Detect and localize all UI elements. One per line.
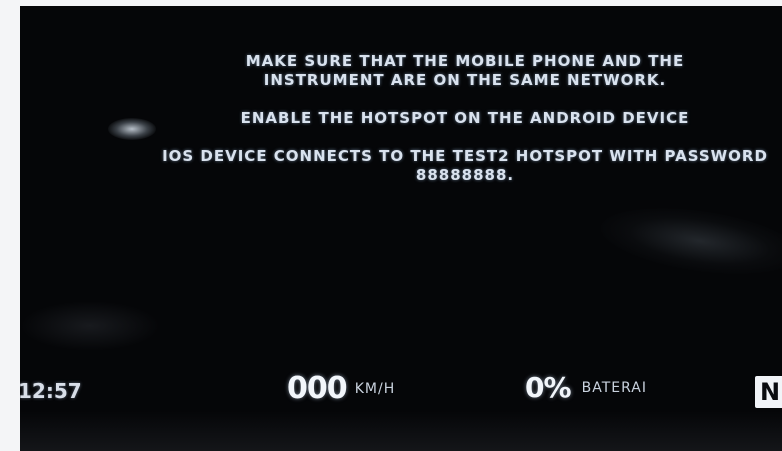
speed-value: 000 — [287, 371, 348, 406]
battery-indicator: 0% BATERAI — [525, 371, 647, 411]
device-frame: MAKE SURE THAT THE MOBILE PHONE AND THE … — [0, 0, 782, 451]
status-bar: 12:57 000 KM/H 0% BATERAI N — [20, 371, 782, 411]
instruction-enable-hotspot: ENABLE THE HOTSPOT ON THE ANDROID DEVICE — [240, 109, 690, 127]
instruction-ios-hotspot: IOS DEVICE CONNECTS TO THE TEST2 HOTSPOT… — [162, 147, 768, 184]
speedometer: 000 KM/H — [287, 371, 395, 411]
screen-reflection — [596, 197, 782, 285]
battery-label: BATERAI — [581, 379, 647, 396]
clock: 12:57 — [20, 379, 82, 403]
display-bezel-shade — [20, 411, 782, 451]
speed-unit: KM/H — [354, 380, 396, 397]
gear-indicator: N — [755, 376, 782, 408]
instruction-same-network: MAKE SURE THAT THE MOBILE PHONE AND THE … — [245, 52, 685, 89]
instrument-display: MAKE SURE THAT THE MOBILE PHONE AND THE … — [20, 6, 782, 451]
battery-value: 0% — [525, 371, 572, 404]
connection-instructions: MAKE SURE THAT THE MOBILE PHONE AND THE … — [148, 52, 782, 185]
screen-reflection-lower — [20, 301, 160, 351]
